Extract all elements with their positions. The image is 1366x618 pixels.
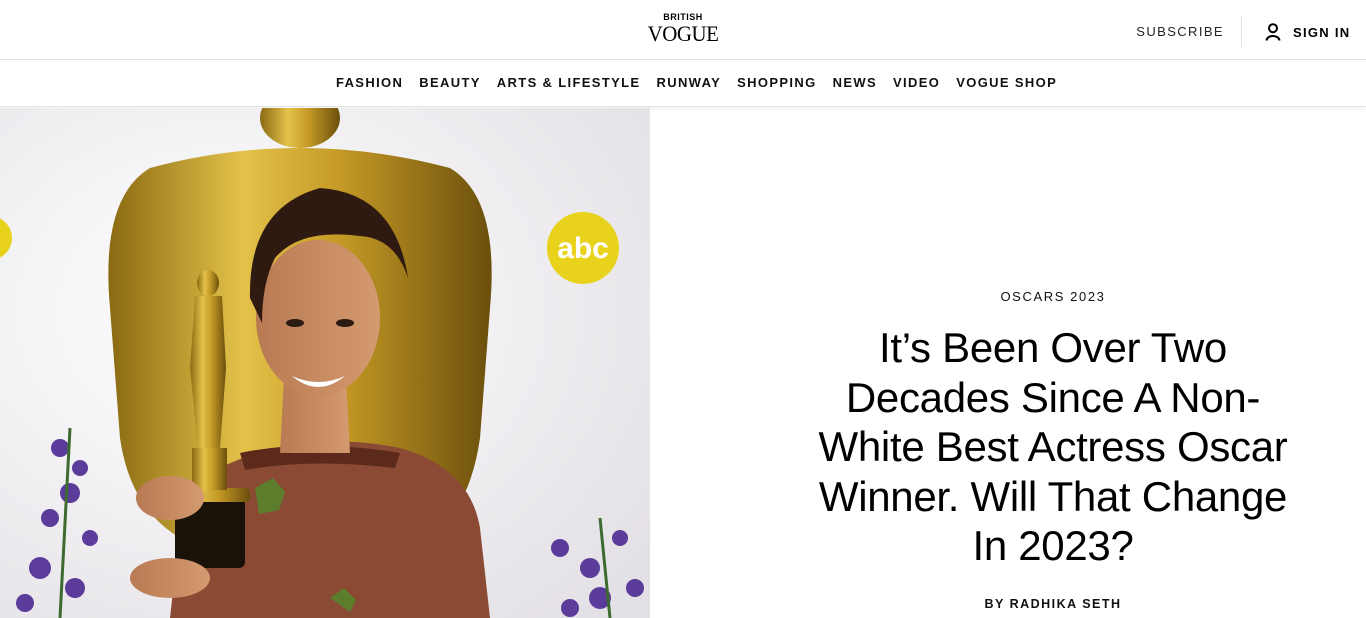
hero-image: abc <box>0 108 650 618</box>
nav-item-runway[interactable]: RUNWAY <box>656 75 721 90</box>
subscribe-link[interactable]: SUBSCRIBE <box>1136 24 1224 39</box>
main-navigation: FASHION BEAUTY ARTS & LIFESTYLE RUNWAY S… <box>0 61 1366 107</box>
user-icon <box>1265 23 1281 41</box>
british-vogue-logo[interactable]: BRITISH VOGUE <box>633 12 733 45</box>
sign-in-button[interactable]: SIGN IN <box>1265 22 1351 42</box>
nav-item-shopping[interactable]: SHOPPING <box>737 75 816 90</box>
nav-item-news[interactable]: NEWS <box>833 75 877 90</box>
article-byline: BY RADHIKA SETH <box>984 597 1122 611</box>
nav-item-fashion[interactable]: FASHION <box>336 75 403 90</box>
logo-wordmark: VOGUE <box>647 21 719 46</box>
rubric-link[interactable]: OSCARS 2023 <box>650 289 1366 304</box>
site-header: BRITISH VOGUE SUBSCRIBE SIGN IN <box>0 0 1366 60</box>
nav-item-vogue-shop[interactable]: VOGUE SHOP <box>956 75 1057 90</box>
article-header: OSCARS 2023 It’s Been Over Two Decades S… <box>650 108 1366 618</box>
article-headline: It’s Been Over Two Decades Since A Non-W… <box>818 324 1288 569</box>
abc-logo-text: abc <box>557 232 609 265</box>
hero-photo: abc <box>0 108 650 618</box>
nav-item-beauty[interactable]: BEAUTY <box>419 75 481 90</box>
sign-in-label: SIGN IN <box>1293 24 1351 40</box>
nav-item-video[interactable]: VIDEO <box>893 75 940 90</box>
header-divider <box>1241 16 1242 47</box>
nav-list: FASHION BEAUTY ARTS & LIFESTYLE RUNWAY S… <box>336 75 1073 90</box>
nav-item-arts-lifestyle[interactable]: ARTS & LIFESTYLE <box>497 75 641 90</box>
